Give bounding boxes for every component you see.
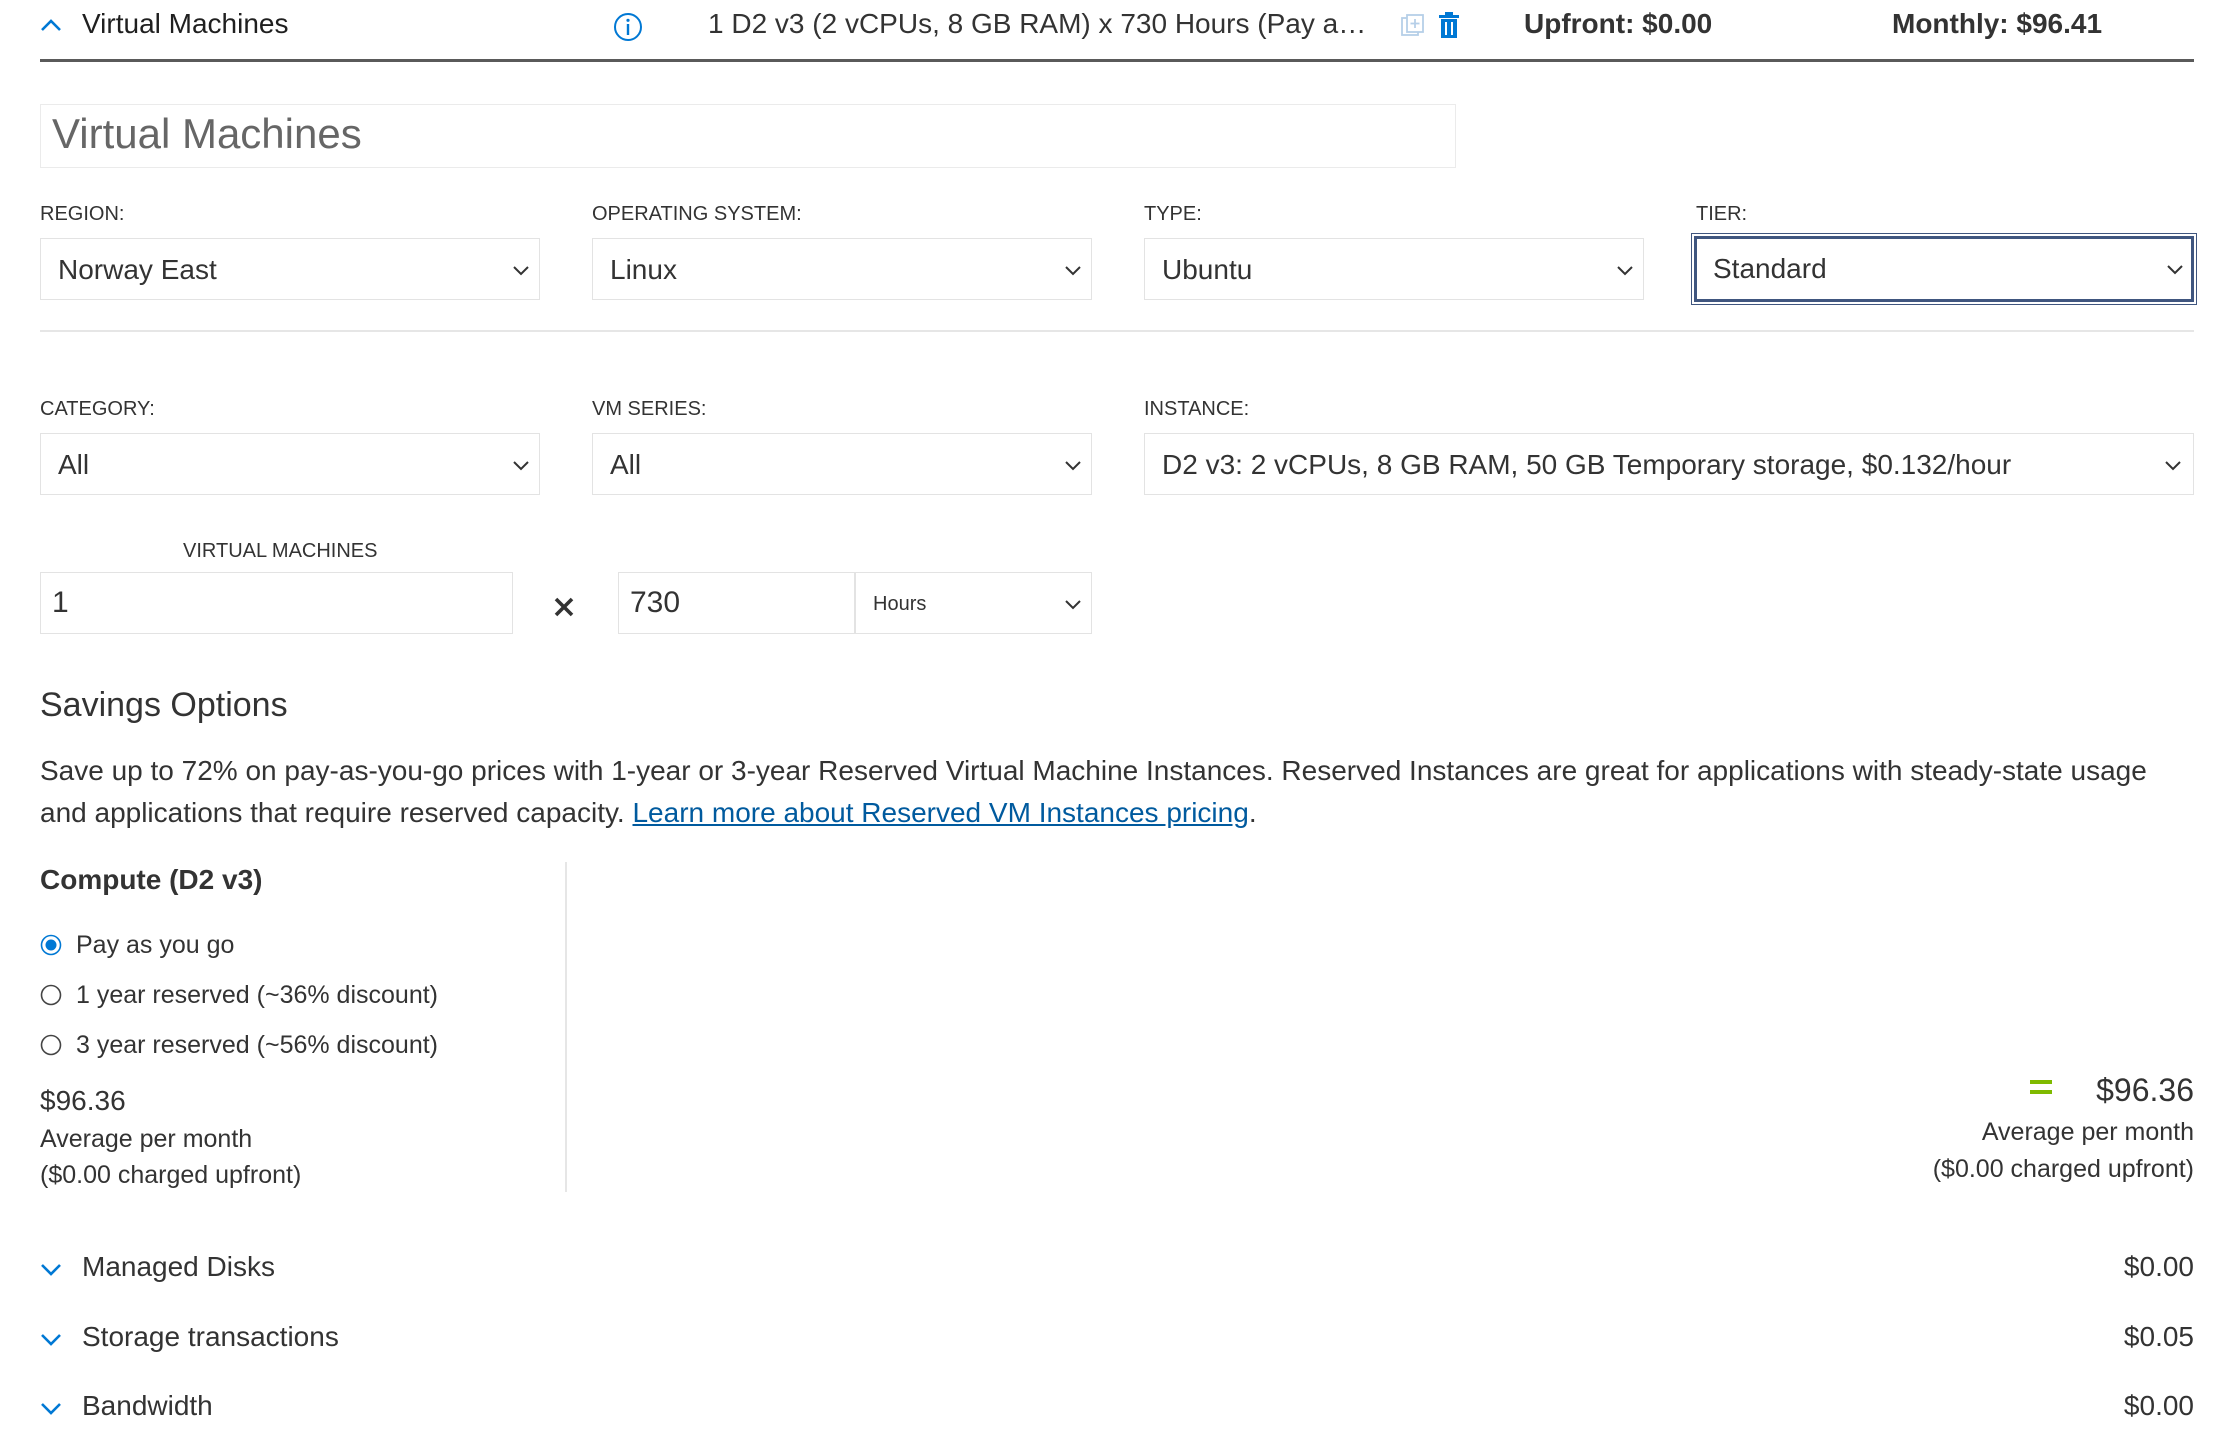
chevron-down-icon[interactable]: [38, 1332, 64, 1348]
instance-label: INSTANCE:: [1144, 398, 1250, 420]
chevron-down-icon: [1063, 598, 1083, 610]
chevron-down-icon[interactable]: [38, 1262, 64, 1278]
os-value: Linux: [610, 254, 677, 285]
type-select[interactable]: Ubuntu: [1144, 238, 1644, 300]
info-icon[interactable]: [612, 11, 644, 43]
column-divider: [565, 862, 567, 1192]
chevron-down-icon[interactable]: [38, 1401, 64, 1417]
tier-value: Standard: [1713, 253, 1827, 284]
managed-disks-cost: $0.00: [2123, 1251, 2194, 1282]
chevron-down-icon: [511, 264, 531, 276]
type-value: Ubuntu: [1162, 254, 1253, 285]
category-select[interactable]: All: [40, 433, 540, 495]
radio-1-year-reserved-label[interactable]: 1 year reserved (~36% discount): [76, 981, 438, 1010]
section-title[interactable]: Virtual Machines: [82, 8, 288, 40]
category-label: CATEGORY:: [40, 398, 155, 420]
region-select[interactable]: Norway East: [40, 238, 540, 300]
total-upfront-note: ($0.00 charged upfront): [1932, 1155, 2194, 1183]
reserved-pricing-link[interactable]: Learn more about Reserved VM Instances p…: [632, 797, 1248, 828]
collapse-chevron-up-icon[interactable]: [36, 14, 66, 36]
chevron-down-icon: [2165, 263, 2185, 275]
type-label: TYPE:: [1144, 203, 1202, 225]
section-bandwidth[interactable]: Bandwidth: [82, 1390, 213, 1422]
clone-icon[interactable]: [1400, 13, 1426, 39]
instance-value: D2 v3: 2 vCPUs, 8 GB RAM, 50 GB Temporar…: [1162, 449, 2012, 480]
os-select[interactable]: Linux: [592, 238, 1092, 300]
estimate-name-value: Virtual Machines: [52, 110, 362, 157]
savings-description: Save up to 72% on pay-as-you-go prices w…: [40, 750, 2200, 834]
chevron-down-icon: [2163, 459, 2183, 471]
instance-select[interactable]: D2 v3: 2 vCPUs, 8 GB RAM, 50 GB Temporar…: [1144, 433, 2194, 495]
tier-label: TIER:: [1696, 203, 1748, 225]
monthly-cost: Monthly: $96.41: [1892, 8, 2103, 39]
vm-series-value: All: [610, 449, 642, 480]
total-price: $96.36: [2096, 1072, 2194, 1108]
hours-value: 730: [630, 586, 681, 619]
storage-transactions-cost: $0.05: [2123, 1321, 2194, 1352]
radio-pay-as-you-go[interactable]: [40, 934, 62, 956]
os-label: OPERATING SYSTEM:: [592, 203, 802, 225]
vm-count-label: VIRTUAL MACHINES: [183, 540, 378, 562]
multiply-icon: [552, 595, 576, 619]
section-divider: [40, 330, 2194, 332]
compute-title: Compute (D2 v3): [40, 864, 263, 895]
section-storage-transactions[interactable]: Storage transactions: [82, 1321, 339, 1353]
radio-pay-as-you-go-label[interactable]: Pay as you go: [76, 931, 234, 960]
region-value: Norway East: [58, 254, 217, 285]
chevron-down-icon: [511, 459, 531, 471]
header-divider: [40, 59, 2194, 62]
vm-series-label: VM SERIES:: [592, 398, 707, 420]
compute-average-label: Average per month: [40, 1125, 253, 1153]
hours-input[interactable]: 730: [618, 572, 855, 634]
hours-unit-value: Hours: [873, 593, 927, 615]
compute-price: $96.36: [40, 1085, 126, 1116]
hours-unit-select[interactable]: Hours: [855, 572, 1092, 634]
bandwidth-cost: $0.00: [2123, 1390, 2194, 1421]
total-average-label: Average per month: [1981, 1118, 2194, 1146]
radio-3-year-reserved[interactable]: [40, 1034, 62, 1056]
vm-series-select[interactable]: All: [592, 433, 1092, 495]
vm-count-value: 1: [52, 586, 69, 619]
compute-upfront-note: ($0.00 charged upfront): [40, 1161, 302, 1189]
region-label: REGION:: [40, 203, 125, 225]
radio-3-year-reserved-label[interactable]: 3 year reserved (~56% discount): [76, 1031, 438, 1060]
tier-select[interactable]: Standard: [1691, 233, 2197, 305]
section-managed-disks[interactable]: Managed Disks: [82, 1251, 275, 1283]
summary-description: 1 D2 v3 (2 vCPUs, 8 GB RAM) x 730 Hours …: [708, 8, 1374, 39]
radio-1-year-reserved[interactable]: [40, 984, 62, 1006]
chevron-down-icon: [1615, 264, 1635, 276]
upfront-cost: Upfront: $0.00: [1524, 8, 1713, 39]
delete-icon[interactable]: [1437, 12, 1461, 40]
savings-options-title: Savings Options: [40, 686, 288, 724]
chevron-down-icon: [1063, 264, 1083, 276]
chevron-down-icon: [1063, 459, 1083, 471]
savings-description-end: .: [1248, 797, 1257, 828]
vm-count-input[interactable]: 1: [40, 572, 513, 634]
category-value: All: [58, 449, 90, 480]
equals-icon: [2028, 1078, 2054, 1096]
